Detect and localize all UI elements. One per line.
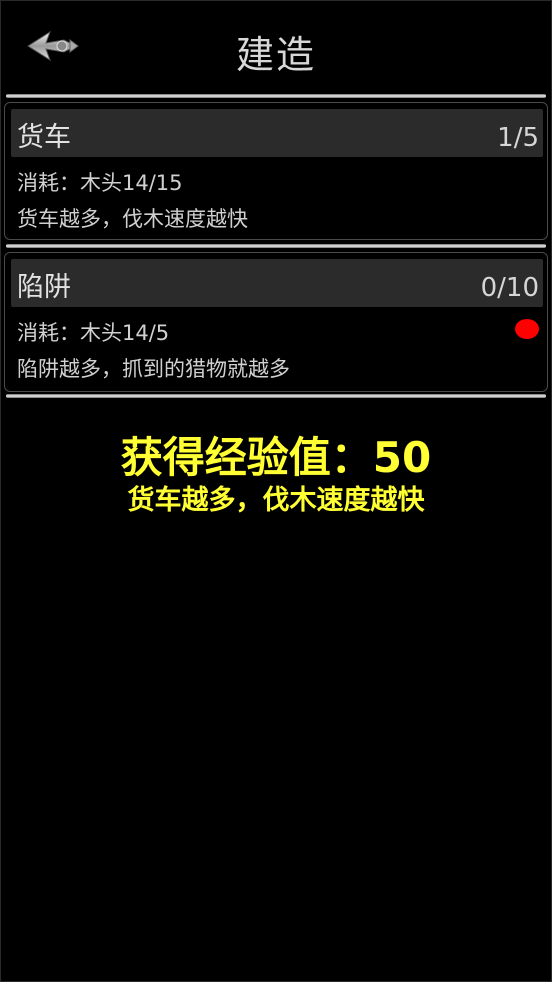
card-desc: 货车越多，伐木速度越快 [17, 207, 248, 231]
divider-middle [6, 244, 546, 248]
card-desc: 陷阱越多，抓到的猎物就越多 [17, 357, 290, 381]
divider-top [6, 94, 546, 98]
card-cost: 消耗：木头14/5 [17, 321, 170, 345]
build-card-truck[interactable]: 货车 1/5 消耗：木头14/15 货车越多，伐木速度越快 [4, 102, 548, 240]
card-name: 货车 [17, 122, 71, 153]
reward-subtitle: 货车越多，伐木速度越快 [127, 485, 425, 516]
build-card-trap[interactable]: 陷阱 0/10 消耗：木头14/5 陷阱越多，抓到的猎物就越多 [4, 252, 548, 392]
header: 建造 [0, 0, 552, 96]
divider-bottom [6, 394, 546, 398]
card-header: 货车 1/5 [11, 109, 543, 157]
card-cost: 消耗：木头14/15 [17, 171, 183, 195]
reward-title: 获得经验值：50 [120, 433, 432, 482]
card-header: 陷阱 0/10 [11, 259, 543, 307]
card-count: 1/5 [497, 123, 539, 153]
page-title: 建造 [235, 33, 316, 77]
alert-dot-icon [515, 319, 539, 339]
card-name: 陷阱 [17, 272, 71, 303]
card-count: 0/10 [480, 273, 539, 303]
